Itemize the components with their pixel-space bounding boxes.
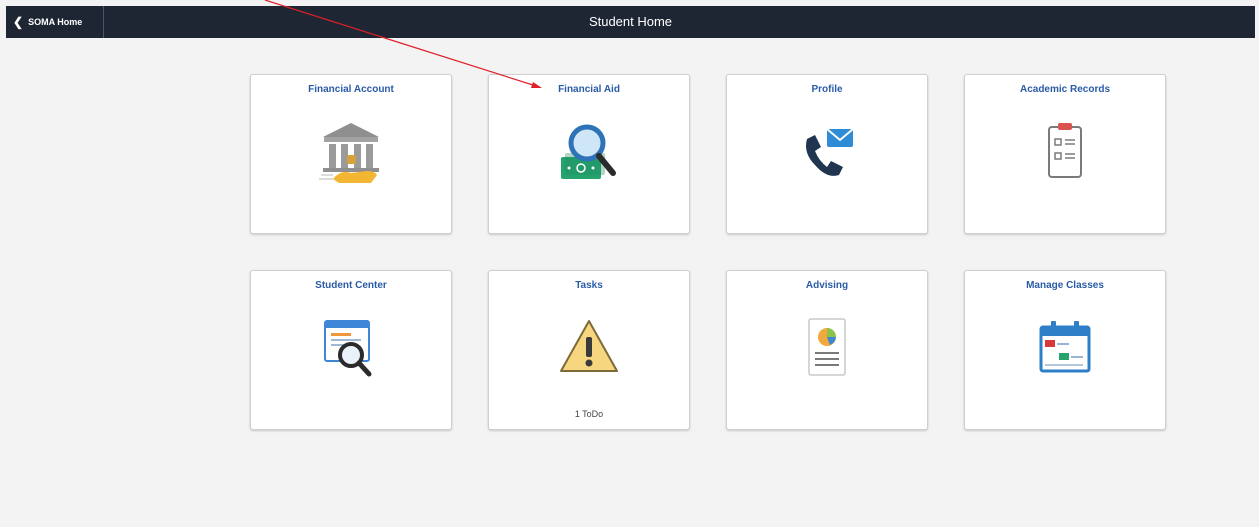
back-button-label: SOMA Home	[28, 17, 83, 27]
tile-student-center[interactable]: Student Center	[250, 270, 452, 430]
tile-title: Financial Account	[308, 84, 394, 95]
tile-manage-classes[interactable]: Manage Classes	[964, 270, 1166, 430]
tile-title: Financial Aid	[558, 84, 620, 95]
tile-advising[interactable]: Advising	[726, 270, 928, 430]
tile-academic-records[interactable]: Academic Records	[964, 74, 1166, 234]
calendar-icon	[1025, 309, 1105, 389]
bank-icon	[311, 113, 391, 193]
money-magnifier-icon	[549, 113, 629, 193]
todo-count: 1 ToDo	[574, 409, 604, 419]
tile-tasks[interactable]: Tasks 1 ToDo	[488, 270, 690, 430]
tile-title: Profile	[811, 84, 843, 95]
phone-mail-icon	[787, 113, 867, 193]
page-title: Student Home	[588, 14, 673, 29]
chevron-left-icon: ❮	[13, 15, 24, 29]
tile-title: Manage Classes	[1026, 280, 1104, 291]
tile-title: Student Center	[315, 280, 387, 291]
clipboard-checklist-icon	[1025, 113, 1105, 193]
report-chart-icon	[787, 309, 867, 389]
top-navigation-bar: ❮ SOMA Home Student Home	[6, 6, 1255, 38]
tile-title: Tasks	[575, 280, 603, 291]
tile-financial-account[interactable]: Financial Account	[250, 74, 452, 234]
tile-financial-aid[interactable]: Financial Aid	[488, 74, 690, 234]
tile-title: Academic Records	[1019, 84, 1111, 95]
tile-title: Advising	[805, 280, 849, 291]
tile-profile[interactable]: Profile	[726, 74, 928, 234]
warning-icon	[549, 309, 629, 389]
window-search-icon	[311, 309, 391, 389]
back-button[interactable]: ❮ SOMA Home	[6, 6, 104, 38]
